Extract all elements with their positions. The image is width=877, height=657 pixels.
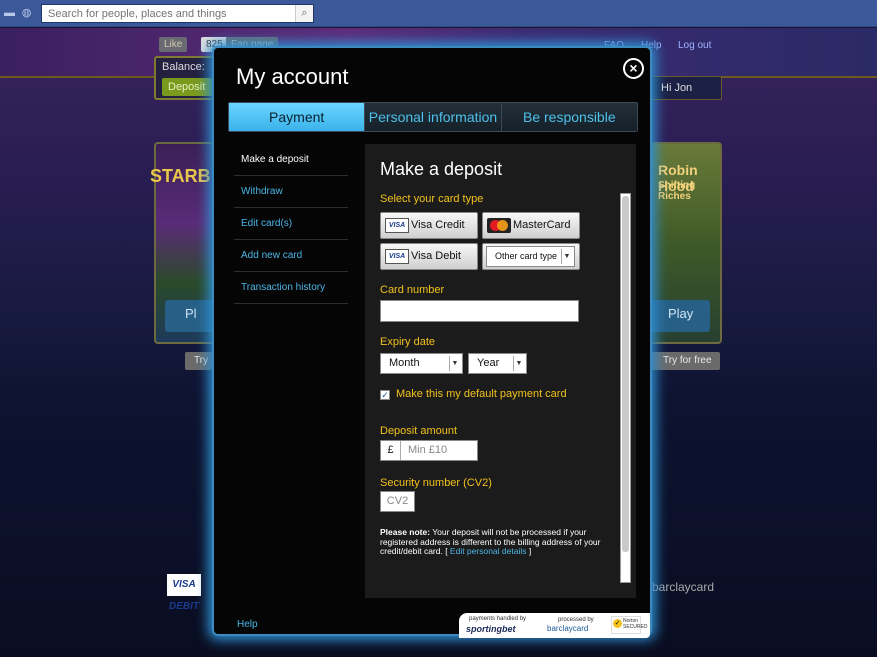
help-link[interactable]: Help [237, 619, 258, 630]
sidenav-add-new-card[interactable]: Add new card [234, 240, 348, 272]
balance-label: Balance: [162, 61, 205, 73]
facebook-top-bar: ▬ ◍ ⌕ [0, 0, 877, 27]
logout-link[interactable]: Log out [678, 40, 711, 51]
deposit-form-panel: Make a deposit Select your card type VIS… [365, 144, 636, 598]
card-number-label: Card number [380, 284, 445, 296]
visa-credit-label: Visa Credit [411, 219, 465, 231]
deposit-note: Please note: Your deposit will not be pr… [380, 527, 615, 557]
default-card-label[interactable]: Make this my default payment card [396, 388, 567, 400]
modal-title: My account [236, 64, 349, 89]
deposit-amount-placeholder: Min £10 [408, 444, 448, 456]
sportingbet-logo: sportingbet [466, 624, 516, 634]
sidenav-edit-cards[interactable]: Edit card(s) [234, 208, 348, 240]
default-card-checkbox[interactable]: ✓ [380, 390, 390, 400]
play-button-left[interactable]: Pl [165, 300, 215, 332]
mastercard-button[interactable]: MasterCard [482, 212, 580, 239]
visa-credit-button[interactable]: VISA Visa Credit [380, 212, 478, 239]
form-scrollbar[interactable] [620, 193, 631, 583]
facebook-search-input[interactable] [41, 4, 314, 23]
note-end: ] [526, 546, 532, 556]
tab-payment[interactable]: Payment [229, 103, 366, 131]
messages-icon[interactable]: ▬ [3, 7, 16, 20]
magnifier-icon[interactable]: ⌕ [295, 5, 313, 22]
expiry-year-value: Year [477, 357, 500, 369]
tab-be-responsible[interactable]: Be responsible [501, 103, 637, 131]
edit-personal-details-link[interactable]: Edit personal details [450, 546, 527, 556]
close-icon[interactable]: × [623, 58, 644, 79]
mastercard-label: MasterCard [513, 219, 571, 231]
expiry-month-value: Month [389, 357, 420, 369]
card-number-input[interactable] [380, 300, 579, 322]
deposit-button-bg[interactable]: Deposit [162, 78, 212, 96]
play-button-right[interactable]: Play [648, 300, 710, 332]
cv2-input[interactable]: CV2 [380, 491, 415, 512]
norton-label: Norton SECURED [623, 618, 648, 630]
payment-partner-logos: payments handled by sportingbet processe… [459, 613, 650, 638]
sidenav-make-deposit[interactable]: Make a deposit [234, 144, 348, 176]
barclaycard-logo-bg: barclaycard [652, 580, 715, 594]
card-type-label: Select your card type [380, 193, 484, 205]
mastercard-logo-icon [487, 218, 511, 233]
try-free-button-right[interactable]: Try for free [650, 352, 720, 370]
expiry-year-select[interactable]: Year ▼ [468, 353, 527, 374]
play-left-label: Pl [185, 306, 197, 321]
payment-sidenav: Make a deposit Withdraw Edit card(s) Add… [234, 144, 348, 304]
sidenav-withdraw[interactable]: Withdraw [234, 176, 348, 208]
modal-footer: Help payments handled by sportingbet pro… [214, 611, 650, 638]
security-number-label: Security number (CV2) [380, 477, 492, 489]
currency-symbol: £ [381, 441, 401, 460]
note-bold: Please note: [380, 527, 431, 537]
deposit-heading: Make a deposit [380, 159, 503, 179]
norton-secured-badge: ✓ Norton SECURED [611, 616, 647, 634]
try-button-left[interactable]: Try [185, 352, 212, 370]
play-right-label: Play [668, 306, 694, 321]
deposit-amount-label: Deposit amount [380, 425, 458, 437]
barclaycard-logo: barclaycard [547, 624, 589, 633]
game-title-left: STARB [150, 166, 211, 186]
visa-debit-logo: VISA DEBIT [167, 574, 201, 612]
account-tabs: Payment Personal information Be responsi… [228, 102, 638, 132]
other-card-type-select[interactable]: Other card type ▼ [486, 246, 575, 267]
chevron-down-icon: ▼ [513, 356, 524, 371]
greeting-text: Hi Jon [661, 82, 693, 94]
user-greeting[interactable]: Hi Jon [650, 76, 722, 100]
other-card-type-label: Other card type [495, 251, 558, 261]
processed-by-text: processed by [558, 617, 594, 623]
visa-debit-button[interactable]: VISA Visa Debit [380, 243, 478, 270]
chevron-down-icon: ▼ [561, 249, 572, 264]
visa-debit-label: Visa Debit [411, 250, 461, 262]
sidenav-transaction-history[interactable]: Transaction history [234, 272, 348, 304]
expiry-date-label: Expiry date [380, 336, 436, 348]
tab-personal-information[interactable]: Personal information [365, 103, 502, 131]
like-button[interactable]: Like [159, 37, 188, 52]
deposit-amount-input[interactable]: £ Min £10 [380, 440, 478, 461]
globe-icon[interactable]: ◍ [20, 7, 33, 20]
cv2-placeholder: CV2 [386, 495, 409, 507]
my-account-modal: My account × Payment Personal informatio… [212, 46, 652, 638]
visa-logo-icon: VISA [385, 218, 409, 233]
handled-by-text: payments handled by [469, 616, 527, 622]
chevron-down-icon: ▼ [449, 356, 460, 371]
norton-check-icon: ✓ [613, 619, 622, 628]
scrollbar-thumb[interactable] [622, 196, 629, 552]
visa-debit-logo-icon: VISA [385, 249, 409, 264]
game-subtitle-right: Shifting Riches [658, 180, 696, 202]
balance-panel: Balance: Deposit [154, 56, 214, 100]
expiry-month-select[interactable]: Month ▼ [380, 353, 463, 374]
other-card-type-button[interactable]: Other card type ▼ [482, 243, 580, 270]
